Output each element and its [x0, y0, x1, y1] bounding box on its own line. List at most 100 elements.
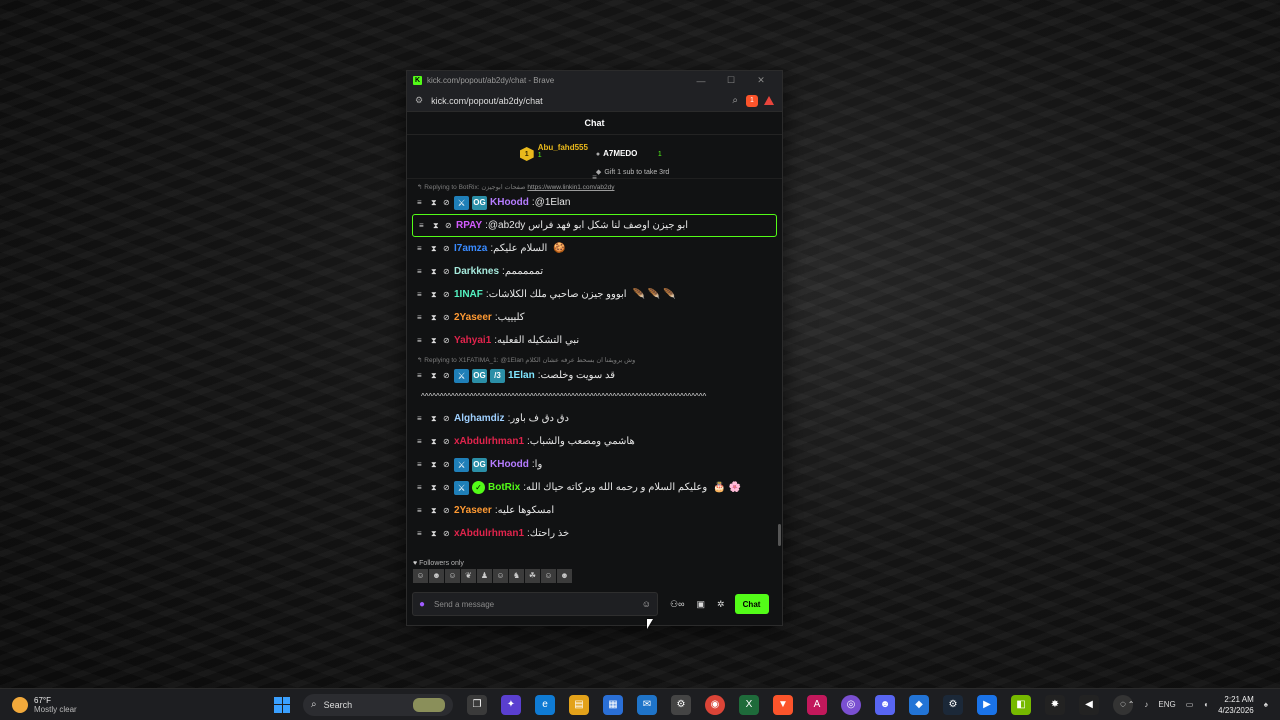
ban-icon[interactable]: ⊘ — [443, 506, 454, 515]
mod-icon[interactable]: ≡ — [419, 221, 433, 230]
ban-icon[interactable]: ⊘ — [445, 221, 456, 230]
site-settings-icon[interactable]: ⚙ — [415, 95, 423, 106]
mod-icon[interactable]: ≡ — [417, 414, 431, 423]
emote-icon[interactable]: 🪶 🪶 🪶 — [633, 289, 676, 300]
timeout-icon[interactable]: ⧗ — [431, 371, 443, 381]
steam-icon[interactable]: ⚙ — [943, 694, 963, 715]
mic-icon[interactable]: ● — [419, 599, 425, 610]
timeout-icon[interactable]: ⧗ — [431, 290, 443, 300]
users-icon[interactable]: ⚇∞ — [670, 599, 684, 610]
emote-icon[interactable]: ☻ — [557, 569, 572, 583]
mod-icon[interactable]: ≡ — [417, 336, 431, 345]
game-icon[interactable]: ✸ — [1045, 694, 1065, 715]
timeout-icon[interactable]: ⧗ — [431, 198, 443, 208]
timeout-icon[interactable]: ⧗ — [431, 460, 443, 470]
timeout-icon[interactable]: ⧗ — [431, 336, 443, 346]
chat-username[interactable]: 1INAF — [454, 289, 483, 300]
weather-widget[interactable]: 67°F Mostly clear — [12, 696, 242, 714]
app-icon[interactable]: ◎ — [841, 694, 861, 715]
language-indicator[interactable]: ENG — [1158, 700, 1175, 709]
network-icon[interactable]: ▭ — [1186, 700, 1194, 709]
timeout-icon[interactable]: ⧗ — [431, 437, 443, 447]
ban-icon[interactable]: ⊘ — [443, 529, 454, 538]
ban-icon[interactable]: ⊘ — [443, 460, 454, 469]
capcut-icon[interactable]: ◀ — [1079, 694, 1099, 715]
copilot-icon[interactable]: ✦ — [501, 694, 521, 715]
chat-username[interactable]: RPAY — [456, 220, 482, 231]
chat-username[interactable]: KHoodd — [490, 197, 529, 208]
timeout-icon[interactable]: ⧗ — [431, 483, 443, 493]
mod-icon[interactable]: ≡ — [417, 267, 431, 276]
chat-message[interactable]: ≡ ⧗ ⊘ Darkknes: تمممممم — [411, 260, 778, 283]
brave-rewards-icon[interactable] — [764, 96, 774, 105]
emote-icon[interactable]: ❦ — [461, 569, 476, 583]
chat-message[interactable]: ≡ ⧗ ⊘ I7amza: السلام عليكم 🍪 — [411, 237, 778, 260]
taskbar-search[interactable]: ⌕ Search — [303, 693, 453, 716]
maximize-icon[interactable]: ☐ — [716, 75, 746, 86]
title-bar[interactable]: K kick.com/popout/ab2dy/chat - Brave — ☐… — [407, 71, 782, 90]
excel-icon[interactable]: X — [739, 694, 759, 715]
chat-message[interactable]: ≡ ⧗ ⊘ RPAY: @ab2dy ابو جيزن اوصف لنا شكل اب… — [412, 214, 777, 237]
ban-icon[interactable]: ⊘ — [443, 414, 454, 423]
mod-icon[interactable]: ≡ — [417, 529, 431, 538]
emote-icon[interactable]: ☺ — [541, 569, 556, 583]
chat-message[interactable]: ≡ ⧗ ⊘ xAbdulrhman1: خذ راحتك — [411, 522, 778, 545]
start-icon[interactable] — [274, 696, 290, 713]
leaderboard-second[interactable]: ● A7MEDO 1 ◆ Gift 1 sub to take 3rd — [596, 143, 669, 178]
mod-icon[interactable]: ≡ — [417, 483, 431, 492]
chat-username[interactable]: 2Yaseer — [454, 505, 492, 516]
chat-username[interactable]: Yahyai1 — [454, 335, 491, 346]
brave-shield-icon[interactable]: 1 — [746, 94, 758, 107]
minimize-icon[interactable]: — — [686, 76, 716, 86]
volume-icon[interactable]: ◖ — [1203, 700, 1208, 709]
ban-icon[interactable]: ⊘ — [443, 371, 454, 380]
chat-message[interactable]: ≡ ⧗ ⊘ Yahyai1: نبي التشكيله الفعليه — [411, 329, 778, 352]
emoji-icon[interactable]: ☺ — [642, 599, 651, 609]
clock[interactable]: 2:21 AM 4/23/2026 — [1218, 694, 1254, 716]
address-bar[interactable]: ⚙ kick.com/popout/ab2dy/chat ⌕ 1 — [407, 90, 782, 112]
chat-input[interactable]: ● Send a message ☺ — [412, 592, 658, 616]
chat-messages[interactable]: ↰ Replying to BotRix: صفحات ابوجيزن http… — [407, 179, 782, 557]
mod-icon[interactable]: ≡ — [417, 437, 431, 446]
emote-icon[interactable]: ☺ — [445, 569, 460, 583]
ban-icon[interactable]: ⊘ — [443, 483, 454, 492]
file-explorer-icon[interactable]: ▤ — [569, 694, 589, 715]
chat-username[interactable]: Darkknes — [454, 266, 499, 277]
emote-icon[interactable]: 🎂 🌸 — [713, 482, 741, 493]
emote-icon[interactable]: ☺ — [493, 569, 508, 583]
ban-icon[interactable]: ⊘ — [443, 244, 454, 253]
leaderboard-first[interactable]: 1 Abu_fahd555 1 — [519, 143, 588, 178]
chat-message[interactable]: ≡ ⧗ ⊘ 1INAF: ابووو جيزن صاحبي ملك الكلاشات 🪶… — [411, 283, 778, 306]
chat-message[interactable]: ≡ ⧗ ⊘ ⚔ OG KHoodd: وا — [411, 453, 778, 476]
chat-username[interactable]: KHoodd — [490, 459, 529, 470]
emote-icon[interactable]: ♞ — [509, 569, 524, 583]
brave-icon[interactable]: ▼ — [773, 694, 793, 715]
settings-icon[interactable]: ✲ — [717, 599, 725, 610]
ban-icon[interactable]: ⊘ — [443, 267, 454, 276]
timeout-icon[interactable]: ⧗ — [431, 267, 443, 277]
send-chat-button[interactable]: Chat — [734, 594, 769, 614]
emote-icon[interactable]: ☺ — [413, 569, 428, 583]
mic-tray-icon[interactable]: ♪ — [1144, 700, 1148, 709]
chat-message[interactable]: ≡ ⧗ ⊘ xAbdulrhman1: هاشمي ومصعب والشباب — [411, 430, 778, 453]
timeout-icon[interactable]: ⧗ — [431, 414, 443, 424]
zoom-icon[interactable]: ⌕ — [732, 95, 738, 106]
mod-icon[interactable]: ≡ — [417, 506, 431, 515]
chat-scrollbar[interactable] — [778, 524, 781, 546]
mod-icon[interactable]: ≡ — [417, 460, 431, 469]
timeout-icon[interactable]: ⧗ — [431, 313, 443, 323]
emote-icon[interactable]: ☻ — [429, 569, 444, 583]
chat-username[interactable]: BotRix — [488, 482, 520, 493]
timeout-icon[interactable]: ⧗ — [431, 506, 443, 516]
chat-username[interactable]: xAbdulrhman1 — [454, 436, 524, 447]
chat-message[interactable]: ≡ ⧗ ⊘ ⚔ OG /3 1Elan: قد سويت وخلصت — [411, 364, 778, 387]
discord-icon[interactable]: ☻ — [875, 694, 895, 715]
emote-icon[interactable]: 🍪 — [553, 243, 565, 254]
chevron-up-icon[interactable]: ⌃ — [1128, 700, 1135, 709]
ban-icon[interactable]: ⊘ — [443, 290, 454, 299]
edge-icon[interactable]: e — [535, 694, 555, 715]
url-field[interactable]: kick.com/popout/ab2dy/chat — [431, 96, 732, 106]
nvidia-icon[interactable]: ◧ — [1011, 694, 1031, 715]
timeout-icon[interactable]: ⧗ — [431, 244, 443, 254]
close-icon[interactable]: ✕ — [746, 75, 776, 86]
